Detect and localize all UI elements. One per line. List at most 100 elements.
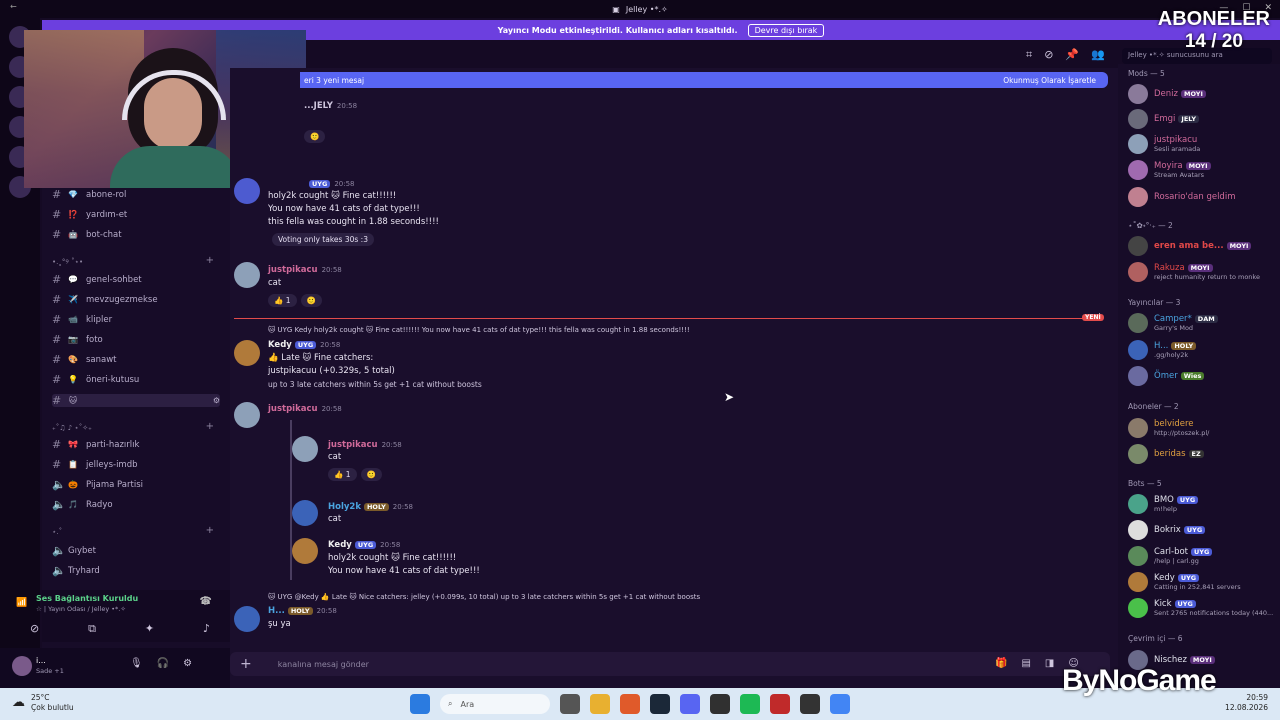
avatar[interactable]	[292, 500, 318, 526]
spotify-icon[interactable]	[740, 694, 760, 714]
file-explorer-icon[interactable]	[590, 694, 610, 714]
avatar[interactable]	[12, 656, 32, 676]
avatar[interactable]	[292, 436, 318, 462]
message-author[interactable]: Kedy UYG 20:58	[268, 340, 340, 350]
channel-item[interactable]: # 🎨 sanawt	[52, 353, 117, 366]
member-item[interactable]: Deniz MOYI	[1128, 84, 1206, 104]
avatar[interactable]	[234, 402, 260, 428]
channel-item[interactable]: # 🤖 bot-chat	[52, 228, 122, 241]
windows-start-icon[interactable]	[410, 694, 430, 714]
add-channel-icon[interactable]: +	[206, 525, 214, 536]
add-channel-icon[interactable]: +	[206, 421, 214, 432]
chrome-icon[interactable]	[830, 694, 850, 714]
category-header[interactable]: ⋆.˚	[52, 528, 62, 536]
activities-icon[interactable]: ✦	[145, 622, 154, 636]
taskbar-search[interactable]: ⌕ Ara	[440, 694, 550, 714]
message-author[interactable]: justpikacu 20:58	[268, 265, 342, 275]
app-icon[interactable]	[770, 694, 790, 714]
discord-icon[interactable]	[680, 694, 700, 714]
member-item[interactable]: Camper* DAM Garry's Mod	[1128, 313, 1218, 333]
member-item[interactable]: Emgi JELY	[1128, 109, 1200, 129]
member-item[interactable]: beridas EZ	[1128, 444, 1204, 464]
channel-item[interactable]: # 🎀 parti-hazırlık	[52, 438, 139, 451]
add-channel-icon[interactable]: +	[206, 255, 214, 266]
voice-channel-item[interactable]: 🔈 Tryhard	[52, 564, 100, 577]
weather-widget[interactable]: ☁ 25°C Çok bulutlu	[12, 693, 74, 713]
message-author[interactable]: H... HOLY 20:58	[268, 606, 337, 616]
gif-icon[interactable]: ▤	[1021, 658, 1030, 669]
channel-item[interactable]: # 📷 foto	[52, 333, 103, 346]
steam-icon[interactable]	[650, 694, 670, 714]
mute-icon[interactable]: ⊘	[1044, 48, 1053, 62]
message-author[interactable]: Kedy UYG 20:58	[328, 540, 400, 550]
avatar[interactable]	[234, 606, 260, 632]
channel-settings-icon[interactable]: ⚙	[213, 396, 220, 405]
avatar[interactable]	[234, 178, 260, 204]
message-author[interactable]: justpikacu 20:58	[268, 404, 342, 414]
category-header[interactable]: ₊˚♫ ♪ ⋆˚✧₊	[52, 424, 92, 432]
pin-icon[interactable]: 📌	[1065, 48, 1079, 62]
member-list-icon[interactable]: 👥	[1091, 48, 1105, 62]
reaction-chip[interactable]: 👍 1	[328, 468, 357, 481]
app-icon[interactable]	[800, 694, 820, 714]
soundboard-icon[interactable]: ♪	[203, 622, 210, 636]
channel-item[interactable]: # ✈️ mevzugezmekse	[52, 293, 158, 306]
avatar[interactable]	[234, 340, 260, 366]
channel-item[interactable]: # ⁉️ yardım-et	[52, 208, 127, 221]
member-item[interactable]: Kick UYG Sent 2765 notifications today (44…	[1128, 598, 1273, 618]
message-author[interactable]: Holy2k HOLY 20:58	[328, 502, 413, 512]
threads-icon[interactable]: ⌗	[1026, 48, 1032, 62]
message-author[interactable]: UYG 20:58	[306, 179, 355, 189]
channel-item[interactable]: # 💬 genel-sohbet	[52, 273, 142, 286]
member-item[interactable]: justpikacu Sesli aramada	[1128, 134, 1200, 154]
disable-streamer-mode-button[interactable]: Devre dışı bırak	[747, 23, 825, 37]
reaction-add-icon[interactable]: 🙂	[300, 294, 322, 307]
obs-icon[interactable]	[710, 694, 730, 714]
new-messages-bar[interactable]: eri 3 yeni mesaj Okunmuş Olarak İşaretle	[300, 72, 1108, 88]
camera-off-icon[interactable]: ⊘	[30, 622, 39, 636]
back-arrow-icon[interactable]: ←	[10, 2, 17, 11]
message-composer[interactable]: + kanalına mesaj gönder	[230, 652, 1110, 676]
member-item[interactable]: BMO UYG m!help	[1128, 494, 1199, 514]
mark-as-read-button[interactable]: Okunmuş Olarak İşaretle	[1003, 76, 1096, 85]
channel-item[interactable]: # 📋 jelleys-imdb	[52, 458, 138, 471]
member-item[interactable]: Ömer Wies	[1128, 366, 1205, 386]
reaction-add-icon[interactable]: 🙂	[360, 468, 382, 481]
member-item[interactable]: belvidere http://ptoszek.pl/	[1128, 418, 1209, 438]
reaction-chip[interactable]: 👍 1	[268, 294, 297, 307]
voice-channel-item[interactable]: 🔈 🎃 Pijama Partisi	[52, 478, 143, 491]
system-clock[interactable]: 20:59 12.08.2026	[1225, 693, 1268, 713]
brave-browser-icon[interactable]	[620, 694, 640, 714]
message-input[interactable]: kanalına mesaj gönder	[278, 660, 369, 669]
headphones-icon[interactable]: 🎧	[157, 658, 169, 669]
voice-channel-item[interactable]: 🔈 🎵 Radyo	[52, 498, 113, 511]
voice-channel-item[interactable]: 🔈 Gıybet	[52, 544, 96, 557]
member-item[interactable]: Moyira MOYI Stream Avatars	[1128, 160, 1211, 180]
member-item[interactable]: Bokrix UYG	[1128, 520, 1206, 540]
channel-item[interactable]: # 💎 abone-rol	[52, 188, 126, 201]
attach-plus-icon[interactable]: +	[240, 656, 252, 672]
avatar[interactable]	[234, 262, 260, 288]
reply-preview[interactable]: 🐱 UYG Kedy holy2k cought 🐱 Fine cat!!!!!…	[268, 326, 690, 334]
microphone-icon[interactable]: 🎙	[130, 658, 143, 669]
reaction-add-icon[interactable]: 🙂	[304, 130, 326, 143]
channel-item-selected[interactable]: # 🐱 ⚙	[52, 394, 220, 407]
message-author[interactable]: justpikacu 20:58	[328, 440, 402, 450]
sticker-icon[interactable]: ◨	[1045, 658, 1054, 669]
settings-icon[interactable]: ⚙	[183, 658, 192, 669]
member-item[interactable]: H... HOLY .gg/holy2k	[1128, 340, 1197, 360]
channel-item[interactable]: # 💡 öneri-kutusu	[52, 373, 139, 386]
avatar[interactable]	[292, 538, 318, 564]
task-view-icon[interactable]	[560, 694, 580, 714]
member-item[interactable]: Carl-bot UYG/help | carl.gg	[1128, 546, 1213, 566]
screen-share-icon[interactable]: ⧉	[88, 622, 96, 636]
category-header[interactable]: •.˳°୨ ˚⋆•	[52, 258, 83, 267]
member-item[interactable]: Rakuza MOYI reject humanity return to monk…	[1128, 262, 1260, 282]
member-item[interactable]: eren ama be... MOYI	[1128, 236, 1252, 256]
vote-link[interactable]: Voting only takes 30s :3	[272, 233, 374, 246]
disconnect-icon[interactable]: ☎	[200, 596, 212, 607]
message-author[interactable]: ...JELY 20:58	[304, 101, 357, 111]
member-item[interactable]: Kedy UYG Catting in 252,841 servers	[1128, 572, 1241, 592]
channel-item[interactable]: # 📹 klipler	[52, 313, 112, 326]
gift-icon[interactable]: 🎁	[995, 658, 1007, 669]
